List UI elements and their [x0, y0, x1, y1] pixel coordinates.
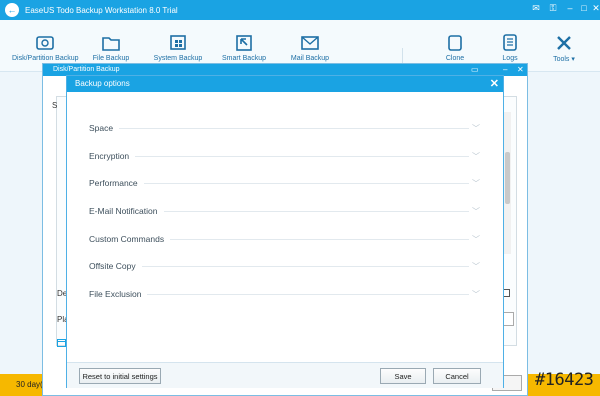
smart-backup-button[interactable]: Smart Backup	[211, 34, 277, 62]
option-label: File Exclusion	[89, 289, 142, 299]
windows-icon	[170, 35, 186, 50]
tools-icon	[557, 36, 571, 50]
option-label: Encryption	[89, 151, 130, 161]
maximize-button[interactable]: □	[578, 3, 590, 13]
underlay-maximize-icon[interactable]: ▭	[471, 65, 479, 74]
title-bar: ← EaseUS Todo Backup Workstation 8.0 Tri…	[0, 0, 600, 20]
option-label: Offsite Copy	[89, 261, 136, 271]
option-label: Performance	[89, 178, 138, 188]
app-window: ← EaseUS Todo Backup Workstation 8.0 Tri…	[0, 0, 600, 396]
chevron-down-icon: ﹀	[472, 178, 480, 188]
option-space[interactable]: Space ﹀	[89, 121, 481, 135]
chevron-down-icon: ﹀	[472, 261, 480, 271]
tools-button[interactable]: Tools ▾	[531, 34, 597, 63]
backup-options-title: Backup options	[75, 79, 130, 88]
dialog-footer: Reset to initial settings Save Cancel	[67, 362, 503, 388]
disk-icon	[36, 36, 54, 50]
system-backup-button[interactable]: System Backup	[145, 34, 211, 62]
minimize-button[interactable]: –	[564, 3, 576, 13]
option-divider	[135, 155, 469, 157]
logs-label: Logs	[502, 55, 518, 62]
option-custom-commands[interactable]: Custom Commands ﹀	[89, 232, 481, 246]
option-divider	[143, 182, 469, 184]
calendar-icon[interactable]	[57, 338, 66, 347]
chevron-down-icon: ﹀	[472, 151, 480, 161]
option-label: E-Mail Notification	[89, 206, 158, 216]
option-file-exclusion[interactable]: File Exclusion ﹀	[89, 287, 481, 301]
smart-cursor-icon	[236, 35, 252, 51]
watermark-id: #16423	[535, 370, 594, 390]
folder-icon	[102, 37, 120, 51]
close-icon[interactable]: ✕	[490, 77, 499, 90]
underlay-close-icon[interactable]: ✕	[517, 65, 524, 74]
option-divider	[119, 127, 469, 129]
option-divider	[147, 293, 469, 295]
option-label: Custom Commands	[89, 234, 165, 244]
chevron-down-icon: ﹀	[472, 206, 480, 216]
disk-partition-backup-button[interactable]: Disk/Partition Backup	[12, 34, 79, 62]
option-email-notification[interactable]: E-Mail Notification ﹀	[89, 204, 481, 218]
backup-options-header: Backup options ✕	[67, 76, 503, 92]
option-encryption[interactable]: Encryption ﹀	[89, 149, 481, 163]
clone-label: Clone	[445, 55, 465, 62]
system-backup-label: System Backup	[153, 55, 203, 62]
clone-icon	[448, 35, 462, 51]
disk-partition-label: Disk/Partition Backup	[12, 55, 79, 62]
trial-days-text: 30 day(	[16, 380, 43, 389]
option-divider	[163, 210, 469, 212]
underlay-peek-s: S	[52, 101, 58, 110]
file-backup-button[interactable]: File Backup	[78, 34, 144, 62]
chevron-down-icon: ﹀	[472, 234, 480, 244]
mail-backup-button[interactable]: Mail Backup	[277, 34, 343, 62]
option-offsite-copy[interactable]: Offsite Copy ﹀	[89, 259, 481, 273]
options-list: Space ﹀ Encryption ﹀ Performance ﹀ E-Mai…	[67, 92, 503, 362]
underlay-scrollbar[interactable]	[504, 112, 511, 254]
option-performance[interactable]: Performance ﹀	[89, 176, 481, 190]
app-logo-icon: ←	[5, 3, 19, 17]
close-button[interactable]: ✕	[590, 3, 600, 14]
underlay-minimize-icon[interactable]: –	[503, 65, 507, 74]
settings-icon[interactable]: ⚿	[547, 3, 559, 14]
scrollbar-thumb[interactable]	[505, 152, 510, 204]
option-divider	[170, 238, 469, 240]
chevron-down-icon: ﹀	[472, 289, 480, 299]
file-backup-label: File Backup	[92, 55, 130, 62]
message-icon[interactable]: ✉	[530, 3, 542, 14]
window-title: EaseUS Todo Backup Workstation 8.0 Trial	[25, 5, 178, 15]
save-button[interactable]: Save	[380, 368, 426, 384]
logs-icon	[503, 34, 517, 51]
mail-backup-label: Mail Backup	[290, 55, 330, 62]
option-divider	[141, 265, 469, 267]
smart-backup-label: Smart Backup	[222, 55, 266, 62]
option-label: Space	[89, 123, 114, 133]
reset-settings-button[interactable]: Reset to initial settings	[79, 368, 161, 384]
mail-icon	[301, 36, 319, 50]
tools-label: Tools ▾	[553, 56, 575, 63]
chevron-down-icon: ﹀	[472, 123, 480, 133]
backup-options-dialog: Backup options ✕ Space ﹀ Encryption ﹀ Pe…	[66, 75, 504, 388]
cancel-button[interactable]: Cancel	[433, 368, 481, 384]
